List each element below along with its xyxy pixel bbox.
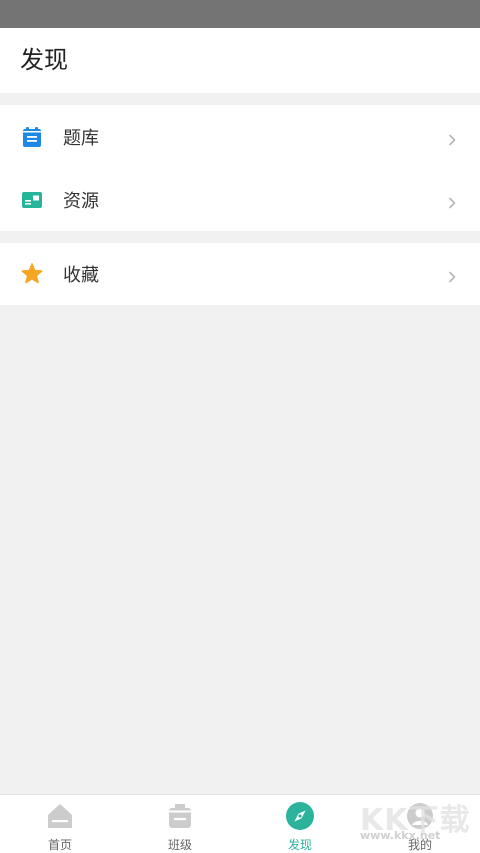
nav-label: 我的 [407,838,432,852]
nav-item-profile[interactable]: 我的 [360,795,480,853]
menu-item-label: 收藏 [63,265,99,286]
page-title: 发现 [20,46,68,74]
menu-item-resources[interactable]: 资源 [0,168,480,231]
menu-item-label: 题库 [63,127,99,149]
star-icon [20,262,44,286]
nav-label: 班级 [167,838,192,852]
chevron-right-icon [446,131,458,145]
menu-group-2: 收藏 [0,243,480,305]
status-bar [0,0,480,28]
menu-item-favorites[interactable]: 收藏 [0,243,480,305]
menu-item-label: 资源 [63,190,99,212]
menu-item-question-bank[interactable]: 题库 [0,105,480,168]
home-icon [46,802,74,830]
nav-item-class[interactable]: 班级 [120,795,240,853]
nav-item-home[interactable]: 首页 [0,795,120,853]
header: 发现 [0,28,480,93]
nav-label: 首页 [47,838,72,852]
resource-card-icon [20,188,44,212]
compass-icon [286,802,314,830]
menu-group-1: 题库 资源 [0,105,480,231]
nav-item-discover[interactable]: 发现 [240,795,360,853]
bottom-nav: 首页 班级 发现 我的 [0,794,480,853]
chevron-right-icon [446,268,458,283]
profile-icon [406,802,434,830]
question-bank-icon [20,125,44,149]
chevron-right-icon [446,194,458,208]
class-icon [166,802,194,830]
nav-label: 发现 [287,838,312,852]
